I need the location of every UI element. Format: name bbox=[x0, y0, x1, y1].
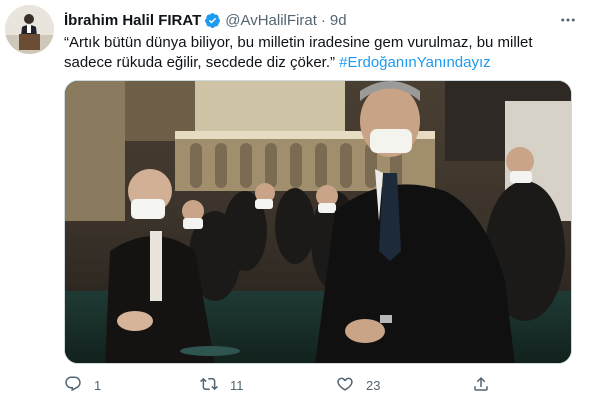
retweet-count: 11 bbox=[230, 377, 244, 393]
retweet-button[interactable]: 11 bbox=[200, 375, 244, 396]
tweet-header: İbrahim Halil FIRAT @AvHalilFirat · 9d bbox=[64, 11, 347, 29]
more-options-icon[interactable] bbox=[558, 10, 578, 30]
reply-icon bbox=[64, 375, 82, 396]
author-handle[interactable]: @AvHalilFirat bbox=[225, 12, 317, 29]
avatar[interactable] bbox=[5, 5, 54, 54]
verified-badge-icon bbox=[204, 12, 221, 29]
like-count: 23 bbox=[366, 377, 381, 393]
tweet-time[interactable]: 9d bbox=[330, 12, 347, 29]
like-button[interactable]: 23 bbox=[336, 375, 380, 396]
separator-dot: · bbox=[320, 11, 326, 29]
author-name[interactable]: İbrahim Halil FIRAT bbox=[64, 12, 201, 29]
heart-icon bbox=[336, 375, 354, 396]
reply-button[interactable]: 1 bbox=[64, 375, 101, 396]
reply-count: 1 bbox=[94, 377, 102, 393]
tweet-actions: 1 11 23 bbox=[64, 374, 504, 396]
retweet-icon bbox=[200, 375, 218, 396]
hashtag-link[interactable]: #ErdoğanınYanındayız bbox=[339, 54, 491, 71]
share-icon bbox=[472, 375, 490, 396]
tweet[interactable]: İbrahim Halil FIRAT @AvHalilFirat · 9d “… bbox=[0, 0, 594, 404]
tweet-photo[interactable] bbox=[64, 80, 572, 364]
share-button[interactable] bbox=[472, 375, 490, 396]
tweet-text: “Artık bütün dünya biliyor, bu milletin … bbox=[64, 33, 564, 73]
